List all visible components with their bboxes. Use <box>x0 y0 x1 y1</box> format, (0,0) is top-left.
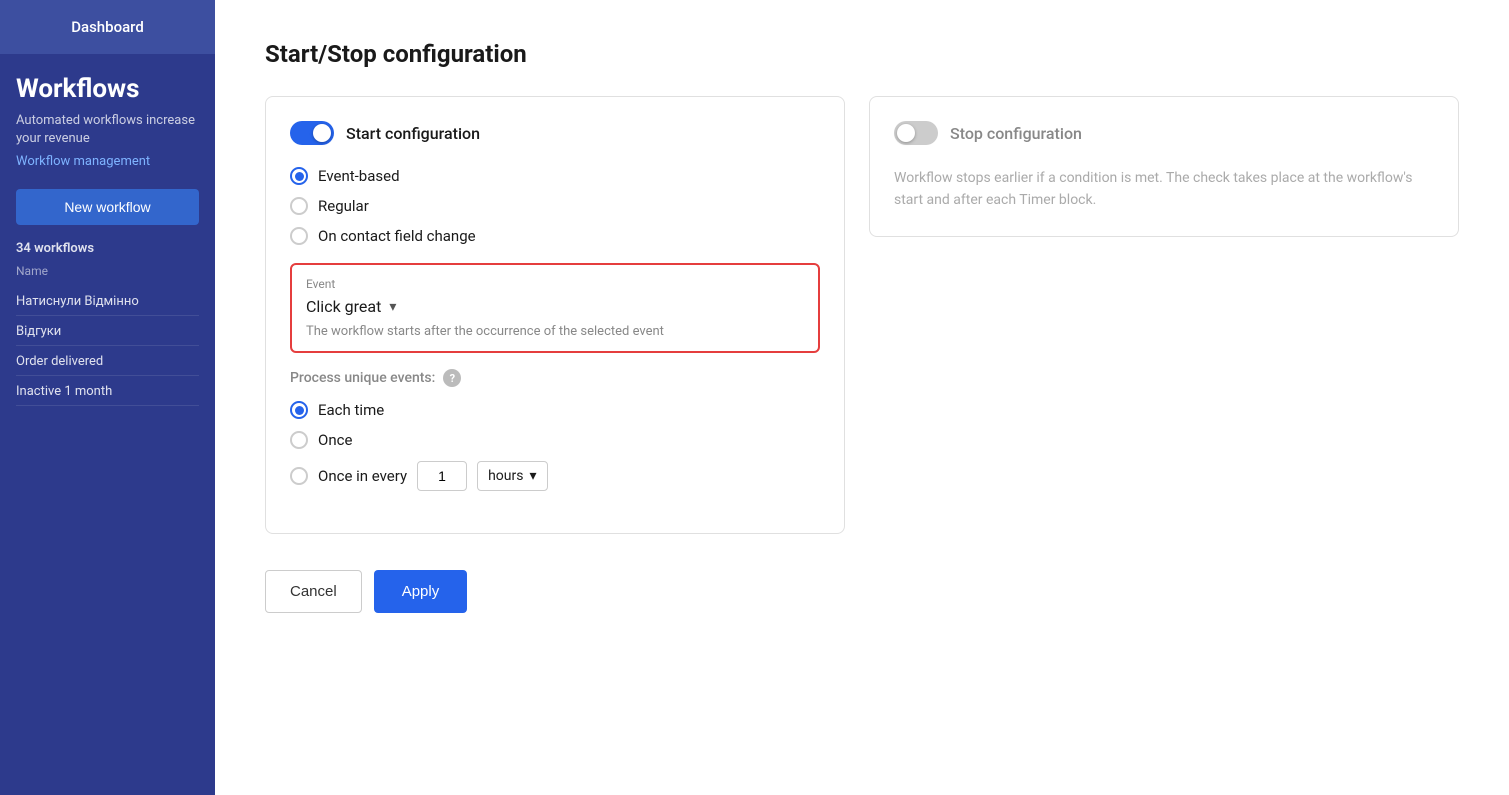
radio-regular-circle <box>290 197 308 215</box>
stop-toggle-label: Stop configuration <box>950 124 1082 143</box>
radio-each-time-circle <box>290 401 308 419</box>
radio-regular-label: Regular <box>318 197 369 215</box>
name-column-label: Name <box>16 264 199 278</box>
start-toggle-row: Start configuration <box>290 121 820 145</box>
radio-once[interactable]: Once <box>290 431 820 449</box>
sidebar-workflow-management-link[interactable]: Workflow management <box>16 154 199 169</box>
start-config-toggle[interactable] <box>290 121 334 145</box>
list-item[interactable]: Натиснули Відмінно <box>16 288 199 316</box>
once-every-row: Once in every hours ▾ <box>318 461 548 491</box>
radio-regular[interactable]: Regular <box>290 197 820 215</box>
hours-chevron-icon: ▾ <box>529 468 536 484</box>
sidebar: Dashboard Workflows Automated workflows … <box>0 0 215 795</box>
event-value: Click great <box>306 297 381 316</box>
start-toggle-label: Start configuration <box>346 124 480 143</box>
start-radio-group: Event-based Regular On contact field cha… <box>290 167 820 245</box>
radio-contact-field-label: On contact field change <box>318 227 476 245</box>
radio-contact-field-circle <box>290 227 308 245</box>
stop-config-card: Stop configuration Workflow stops earlie… <box>869 96 1459 237</box>
event-label: Event <box>306 277 804 291</box>
sidebar-title: Workflows <box>16 74 199 104</box>
list-item[interactable]: Order delivered <box>16 348 199 376</box>
footer-buttons: Cancel Apply <box>265 570 1459 613</box>
event-hint: The workflow starts after the occurrence… <box>306 324 804 339</box>
list-item[interactable]: Відгуки <box>16 318 199 346</box>
radio-each-time[interactable]: Each time <box>290 401 820 419</box>
list-item[interactable]: Inactive 1 month <box>16 378 199 406</box>
sidebar-dashboard-label[interactable]: Dashboard <box>0 0 215 54</box>
radio-contact-field[interactable]: On contact field change <box>290 227 820 245</box>
page-title: Start/Stop configuration <box>265 40 1459 68</box>
event-select-row[interactable]: Click great ▾ <box>306 297 804 316</box>
workflow-list: Натиснули Відмінно Відгуки Order deliver… <box>16 288 199 406</box>
process-unique-row: Process unique events: ? <box>290 369 820 387</box>
event-box: Event Click great ▾ The workflow starts … <box>290 263 820 353</box>
radio-event-based[interactable]: Event-based <box>290 167 820 185</box>
radio-once-label: Once <box>318 431 352 449</box>
stop-description: Workflow stops earlier if a condition is… <box>894 167 1434 212</box>
stop-toggle-row: Stop configuration <box>894 121 1434 145</box>
radio-once-circle <box>290 431 308 449</box>
hours-select[interactable]: hours ▾ <box>477 461 547 491</box>
hours-label: hours <box>488 468 523 484</box>
chevron-down-icon: ▾ <box>389 299 396 315</box>
stop-config-toggle[interactable] <box>894 121 938 145</box>
apply-button[interactable]: Apply <box>374 570 468 613</box>
sidebar-description: Automated workflows increase your revenu… <box>16 112 199 148</box>
cards-row: Start configuration Event-based Regular … <box>265 96 1459 534</box>
radio-once-in-every[interactable]: Once in every hours ▾ <box>290 461 820 491</box>
new-workflow-button[interactable]: New workflow <box>16 189 199 225</box>
radio-event-based-label: Event-based <box>318 167 400 185</box>
main-content: Start/Stop configuration Start configura… <box>215 0 1509 795</box>
radio-each-time-label: Each time <box>318 401 384 419</box>
once-in-every-label: Once in every <box>318 467 407 485</box>
once-every-input[interactable] <box>417 461 467 491</box>
radio-event-based-circle <box>290 167 308 185</box>
workflow-count: 34 workflows <box>16 241 199 256</box>
help-icon[interactable]: ? <box>443 369 461 387</box>
start-config-card: Start configuration Event-based Regular … <box>265 96 845 534</box>
process-unique-label: Process unique events: <box>290 370 435 386</box>
cancel-button[interactable]: Cancel <box>265 570 362 613</box>
radio-once-in-every-circle <box>290 467 308 485</box>
process-unique-radio-group: Each time Once Once in every hours ▾ <box>290 401 820 491</box>
